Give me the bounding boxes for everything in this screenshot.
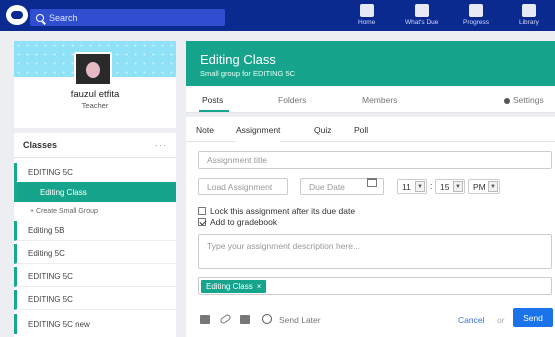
profile-role: Teacher xyxy=(81,101,109,110)
logo-icon[interactable] xyxy=(6,5,28,25)
class-item-editing-5c-3[interactable]: EDITING 5C xyxy=(14,267,176,287)
lock-checkbox[interactable] xyxy=(198,207,206,215)
search-input[interactable]: Search xyxy=(49,13,78,23)
top-nav-bar: Search Home What's Due Progress Library xyxy=(0,0,555,31)
tab-assignment[interactable]: Assignment xyxy=(236,117,281,142)
active-tab-indicator xyxy=(199,110,229,112)
nav-progress-label: Progress xyxy=(463,19,490,26)
gear-icon xyxy=(504,98,510,104)
chevron-down-icon: ▼ xyxy=(488,181,498,192)
library-icon xyxy=(521,4,536,17)
gradebook-label: Add to gradebook xyxy=(210,217,278,227)
time-separator: : xyxy=(430,181,433,191)
nav-home-label: Home xyxy=(358,19,376,26)
tab-poll[interactable]: Poll xyxy=(354,117,368,142)
settings-label: Settings xyxy=(513,95,544,105)
class-item-editing-5b[interactable]: Editing 5B xyxy=(14,221,176,241)
search-bar[interactable]: Search xyxy=(30,9,225,26)
nav-home[interactable]: Home xyxy=(358,4,375,26)
cancel-button[interactable]: Cancel xyxy=(458,315,484,325)
nav-library[interactable]: Library xyxy=(519,4,539,26)
file-upload-icon[interactable] xyxy=(200,315,210,324)
clock-icon[interactable] xyxy=(262,314,272,324)
class-item-editing-5c[interactable]: EDITING 5C xyxy=(14,163,176,183)
nav-library-label: Library xyxy=(519,19,539,26)
tab-folders[interactable]: Folders xyxy=(278,95,306,105)
group-tabs: Posts Folders Members Settings xyxy=(186,86,555,113)
assignment-description-input[interactable]: Type your assignment description here... xyxy=(198,234,552,269)
classes-panel: Classes ··· EDITING 5C Editing Class + C… xyxy=(14,133,176,337)
ampm-select[interactable]: PM ▼ xyxy=(468,179,500,194)
tab-note[interactable]: Note xyxy=(196,117,214,142)
recipient-label: Editing Class xyxy=(206,282,253,291)
assignment-title-input[interactable]: Assignment title xyxy=(198,151,552,169)
remove-recipient-icon[interactable]: × xyxy=(257,282,262,291)
calendar-icon[interactable] xyxy=(367,178,377,187)
class-item-editing-class[interactable]: Editing Class xyxy=(14,182,176,202)
send-button[interactable]: Send xyxy=(513,308,553,327)
lock-assignment-option[interactable]: Lock this assignment after its due date xyxy=(198,206,355,216)
nav-whats-due[interactable]: What's Due xyxy=(405,4,438,26)
tab-posts[interactable]: Posts xyxy=(202,95,223,105)
home-icon xyxy=(359,4,374,17)
chevron-down-icon: ▼ xyxy=(415,181,425,192)
lock-label: Lock this assignment after its due date xyxy=(210,206,356,216)
settings-button[interactable]: Settings xyxy=(504,95,544,105)
link-icon[interactable] xyxy=(219,313,232,325)
classes-header: Classes ··· xyxy=(14,133,176,158)
chevron-down-icon: ▼ xyxy=(453,181,463,192)
create-small-group-link[interactable]: + Create Small Group xyxy=(14,201,176,221)
pulse-icon xyxy=(469,4,483,17)
classes-title: Classes xyxy=(23,140,58,150)
search-icon xyxy=(36,13,44,22)
avatar[interactable] xyxy=(74,52,112,86)
hour-value: 11 xyxy=(402,181,411,192)
class-item-editing-5c-new[interactable]: EDITING 5C new xyxy=(14,314,176,334)
tab-members[interactable]: Members xyxy=(362,95,397,105)
recipients-field[interactable]: Editing Class × xyxy=(198,277,552,295)
hour-select[interactable]: 11 ▼ xyxy=(397,179,427,194)
composer-tabs: Note Assignment Quiz Poll xyxy=(186,117,555,142)
class-item-editing-5c-4[interactable]: EDITING 5C xyxy=(14,290,176,310)
post-composer: Note Assignment Quiz Poll Assignment tit… xyxy=(186,117,555,337)
nav-progress[interactable]: Progress xyxy=(463,4,489,26)
more-options-icon[interactable]: ··· xyxy=(155,140,167,150)
nav-whats-due-label: What's Due xyxy=(405,19,439,26)
ampm-value: PM xyxy=(473,181,486,192)
group-subtitle: Small group for EDITING 5C xyxy=(200,69,296,78)
gradebook-option[interactable]: Add to gradebook xyxy=(198,217,277,227)
library-attach-icon[interactable] xyxy=(240,315,250,324)
load-assignment-button[interactable]: Load Assignment xyxy=(198,178,288,195)
minute-value: 15 xyxy=(440,181,450,192)
inbox-icon xyxy=(414,4,429,17)
send-later-button[interactable]: Send Later xyxy=(279,315,321,325)
group-header: Editing Class Small group for EDITING 5C xyxy=(186,41,555,86)
group-title: Editing Class xyxy=(200,52,276,67)
profile-card: fauzul etfita Teacher xyxy=(14,41,176,128)
or-text: or xyxy=(497,315,505,325)
profile-name[interactable]: fauzul etfita xyxy=(14,89,176,100)
minute-select[interactable]: 15 ▼ xyxy=(435,179,465,194)
tab-quiz[interactable]: Quiz xyxy=(314,117,331,142)
recipient-chip: Editing Class × xyxy=(201,280,267,293)
class-item-editing-5c-2[interactable]: Editing 5C xyxy=(14,244,176,264)
gradebook-checkbox[interactable] xyxy=(198,218,206,226)
